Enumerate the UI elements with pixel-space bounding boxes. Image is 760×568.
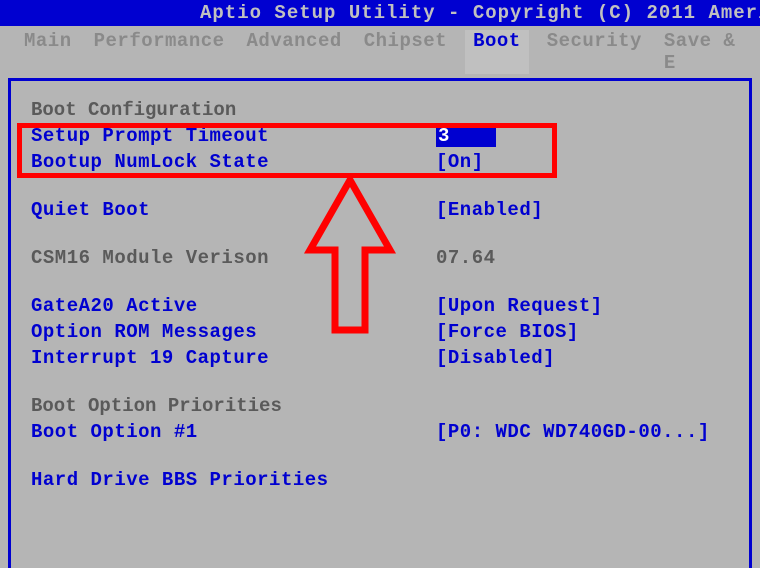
- numlock-value[interactable]: [On]: [436, 151, 484, 173]
- csm-row: CSM16 Module Verison 07.64: [31, 247, 729, 269]
- menu-tab-chipset[interactable]: Chipset: [360, 30, 451, 74]
- boot-option-1-row[interactable]: Boot Option #1 [P0: WDC WD740GD-00...]: [31, 421, 729, 443]
- boot-config-heading: Boot Configuration: [31, 99, 729, 121]
- gatea20-value[interactable]: [Upon Request]: [436, 295, 603, 317]
- csm-value: 07.64: [436, 247, 496, 269]
- csm-label: CSM16 Module Verison: [31, 247, 436, 269]
- boot-option-1-label: Boot Option #1: [31, 421, 436, 443]
- interrupt-row[interactable]: Interrupt 19 Capture [Disabled]: [31, 347, 729, 369]
- spacer: [31, 225, 729, 247]
- menu-tab-main[interactable]: Main: [20, 30, 76, 74]
- interrupt-label: Interrupt 19 Capture: [31, 347, 436, 369]
- gatea20-label: GateA20 Active: [31, 295, 436, 317]
- menu-tab-security[interactable]: Security: [543, 30, 646, 74]
- menu-tab-performance[interactable]: Performance: [90, 30, 229, 74]
- menu-tab-save[interactable]: Save & E: [660, 30, 740, 74]
- gatea20-row[interactable]: GateA20 Active [Upon Request]: [31, 295, 729, 317]
- option-rom-row[interactable]: Option ROM Messages [Force BIOS]: [31, 321, 729, 343]
- numlock-row[interactable]: Bootup NumLock State [On]: [31, 151, 729, 173]
- setup-prompt-value[interactable]: 3: [436, 125, 496, 147]
- setup-prompt-row[interactable]: Setup Prompt Timeout 3: [31, 125, 729, 147]
- content-panel: Boot Configuration Setup Prompt Timeout …: [8, 78, 752, 568]
- boot-option-1-value[interactable]: [P0: WDC WD740GD-00...]: [436, 421, 710, 443]
- option-rom-label: Option ROM Messages: [31, 321, 436, 343]
- spacer: [31, 177, 729, 199]
- quiet-boot-row[interactable]: Quiet Boot [Enabled]: [31, 199, 729, 221]
- hdd-bbs-priorities[interactable]: Hard Drive BBS Priorities: [31, 469, 729, 491]
- spacer: [31, 273, 729, 295]
- boot-priorities-heading: Boot Option Priorities: [31, 395, 729, 417]
- quiet-boot-label: Quiet Boot: [31, 199, 436, 221]
- bios-title-bar: Aptio Setup Utility - Copyright (C) 2011…: [0, 0, 760, 26]
- quiet-boot-value[interactable]: [Enabled]: [436, 199, 543, 221]
- menu-bar: Main Performance Advanced Chipset Boot S…: [0, 26, 760, 78]
- option-rom-value[interactable]: [Force BIOS]: [436, 321, 579, 343]
- menu-tab-boot[interactable]: Boot: [465, 30, 529, 74]
- numlock-label: Bootup NumLock State: [31, 151, 436, 173]
- bios-title: Aptio Setup Utility - Copyright (C) 2011…: [200, 2, 760, 24]
- menu-tab-advanced[interactable]: Advanced: [243, 30, 346, 74]
- setup-prompt-label: Setup Prompt Timeout: [31, 125, 436, 147]
- spacer: [31, 447, 729, 469]
- spacer: [31, 373, 729, 395]
- interrupt-value[interactable]: [Disabled]: [436, 347, 555, 369]
